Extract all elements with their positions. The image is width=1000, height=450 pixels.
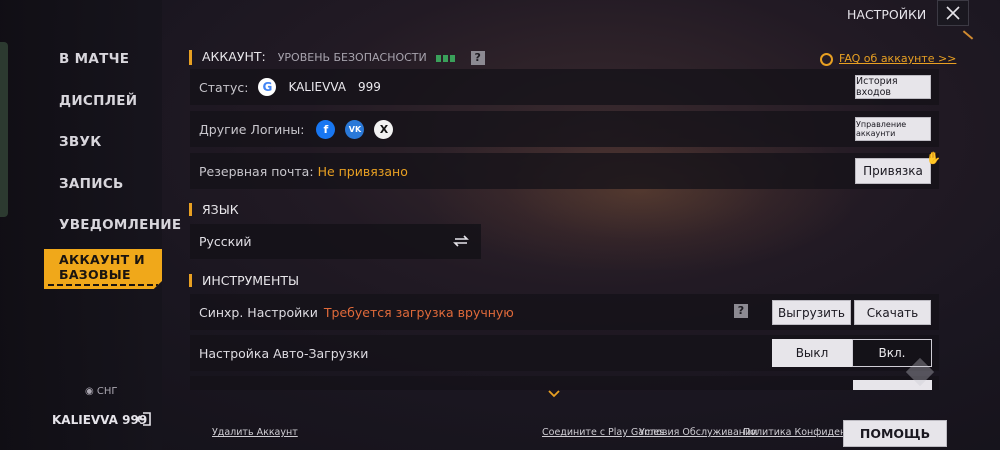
other-logins-label: Другие Логины:	[199, 121, 305, 137]
swap-icon	[453, 235, 469, 247]
tools-section-heading: ИНСТРУМЕНТЫ	[189, 274, 299, 287]
close-button[interactable]	[937, 0, 969, 26]
faq-account-link[interactable]: FAQ об аккаунте >>	[820, 52, 956, 66]
page-title: НАСТРОЙКИ	[847, 7, 927, 22]
corner-decoration	[962, 30, 974, 40]
x-twitter-icon[interactable]: X	[374, 119, 394, 139]
sync-status-text: Требуется загрузка вручную	[323, 304, 514, 320]
status-label: Статус:	[199, 79, 249, 95]
chevron-down-icon[interactable]	[547, 389, 561, 399]
sidebar-item-sound[interactable]: ЗВУК	[59, 134, 159, 150]
language-selector[interactable]: Русский	[190, 224, 481, 259]
tools-heading-text: ИНСТРУМЕНТЫ	[202, 273, 300, 288]
sidebar-edge-tab[interactable]	[0, 42, 8, 217]
partial-row-cutoff	[190, 376, 939, 390]
language-current-value: Русский	[199, 234, 252, 249]
sidebar-item-in-match[interactable]: В МАТЧЕ	[59, 51, 159, 67]
help-button[interactable]: ПОМОЩЬ	[843, 420, 947, 447]
backup-mail-status: Не привязано	[317, 163, 408, 179]
pointer-hand-icon: ✋	[926, 151, 941, 165]
region-label: ◉ СНГ	[85, 386, 118, 397]
terms-link[interactable]: Условия Обслуживании	[639, 427, 757, 438]
close-icon	[946, 6, 960, 20]
vk-icon[interactable]: VK	[345, 119, 365, 139]
login-history-button[interactable]: История входов	[855, 75, 931, 99]
language-heading-text: ЯЗЫК	[202, 202, 239, 217]
sidebar-item-display[interactable]: ДИСПЛЕЙ	[59, 93, 159, 109]
manage-accounts-button[interactable]: Управление аккаунти	[855, 117, 931, 141]
facebook-icon[interactable]: f	[316, 119, 336, 139]
language-section-heading: ЯЗЫК	[189, 203, 239, 216]
faq-globe-icon	[820, 52, 833, 66]
account-section-heading: АККАУНТ: УРОВЕНЬ БЕЗОПАСНОСТИ ?	[189, 50, 485, 65]
google-icon: G	[258, 78, 277, 96]
privacy-link[interactable]: Политика Конфиденц.	[743, 427, 856, 438]
sync-help-icon[interactable]: ?	[734, 304, 748, 318]
sync-settings-label: Синхр. Настройки	[199, 304, 318, 320]
sidebar-item-record[interactable]: ЗАПИСЬ	[59, 176, 159, 192]
security-level-label: УРОВЕНЬ БЕЗОПАСНОСТИ	[277, 51, 427, 64]
delete-account-link[interactable]: Удалить Аккаунт	[212, 427, 298, 438]
download-button[interactable]: Скачать	[854, 300, 931, 325]
help-question-icon[interactable]: ?	[470, 50, 485, 65]
account-heading-text: АККАУНТ:	[202, 49, 266, 64]
sidebar-username: KALIEVVA 999	[52, 413, 148, 427]
account-username: KALIEVVA	[288, 80, 346, 94]
sidebar-item-notification[interactable]: УВЕДОМЛЕНИЕ	[59, 217, 181, 233]
backup-mail-row: Резервная почта: Не привязано	[190, 153, 939, 189]
security-level-bars	[435, 51, 457, 64]
autoload-off-option[interactable]: Выкл	[772, 339, 852, 367]
backup-mail-label: Резервная почта:	[199, 163, 314, 179]
other-logins-row: Другие Логины: f VK X	[190, 111, 939, 147]
logout-icon[interactable]	[135, 410, 153, 428]
account-user-number: 999	[357, 80, 381, 94]
upload-button[interactable]: Выгрузить	[772, 300, 851, 325]
region-text: СНГ	[96, 386, 118, 397]
autoload-label: Настройка Авто-Загрузки	[199, 345, 369, 361]
status-row: Статус: G KALIEVVA 999	[190, 69, 939, 105]
globe-icon: ◉	[85, 386, 94, 397]
bind-button[interactable]: Привязка	[855, 158, 931, 184]
sidebar-item-account[interactable]: АККАУНТ И БАЗОВЫЕ	[44, 249, 162, 289]
faq-link-text[interactable]: FAQ об аккаунте >>	[839, 52, 956, 65]
